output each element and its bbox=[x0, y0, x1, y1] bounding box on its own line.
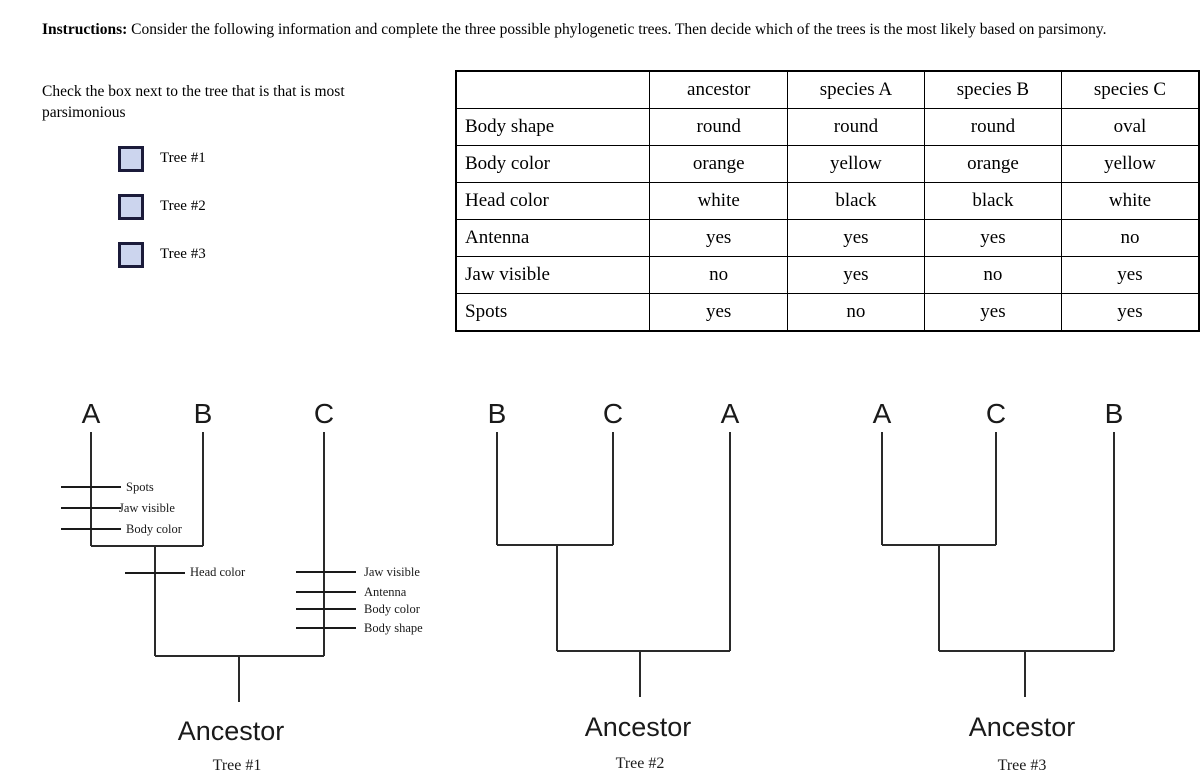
tree-1-taxon-b: B bbox=[193, 398, 213, 429]
checkbox-row-tree-3[interactable]: Tree #3 bbox=[118, 241, 442, 268]
checkbox-label-tree-3: Tree #3 bbox=[160, 246, 206, 263]
cell-antenna-species-a: yes bbox=[786, 219, 925, 257]
cell-spots-species-c: yes bbox=[1060, 293, 1200, 332]
cell-jaw-visible-species-c: yes bbox=[1060, 256, 1200, 294]
tree-1-taxon-a: A bbox=[81, 398, 101, 429]
checkbox-tree-2[interactable] bbox=[118, 193, 144, 220]
instructions-paragraph: Instructions: Consider the following inf… bbox=[42, 20, 1152, 41]
table-col-species-a: species A bbox=[786, 70, 925, 109]
tree-2-taxon-b: B bbox=[487, 398, 507, 429]
tree-1-trait-c-body-shape: Body shape bbox=[364, 621, 423, 635]
checkbox-tree-1[interactable] bbox=[118, 145, 144, 172]
table-row: Body shape round round round oval bbox=[455, 108, 1200, 146]
tree-3-taxon-b: B bbox=[1104, 398, 1124, 429]
cell-antenna-species-b: yes bbox=[923, 219, 1062, 257]
tree-1-trait-a-body-color: Body color bbox=[126, 522, 182, 536]
tree-2-ancestor-label: Ancestor bbox=[584, 712, 692, 742]
cell-head-color-ancestor: white bbox=[649, 182, 788, 220]
trait-name-body-shape: Body shape bbox=[455, 108, 651, 146]
table-corner-cell bbox=[455, 70, 651, 109]
tree-1-trait-a-jaw-visible: Jaw visible bbox=[119, 501, 175, 515]
instructions-lead: Instructions: bbox=[42, 21, 128, 38]
cell-spots-species-a: no bbox=[786, 293, 925, 332]
trait-name-jaw-visible: Jaw visible bbox=[455, 256, 651, 294]
tree-1-trait-c-antenna: Antenna bbox=[364, 585, 407, 599]
tree-1-caption: Tree #1 bbox=[212, 757, 262, 774]
tree-3-taxon-a: A bbox=[872, 398, 892, 429]
tree-1-taxon-c: C bbox=[313, 398, 335, 429]
instructions-body: Consider the following information and c… bbox=[127, 21, 1107, 38]
cell-antenna-ancestor: yes bbox=[649, 219, 788, 257]
table-row: Body color orange yellow orange yellow bbox=[455, 145, 1200, 183]
cell-head-color-species-b: black bbox=[923, 182, 1062, 220]
tree-2-taxon-c: C bbox=[602, 398, 624, 429]
cell-antenna-species-c: no bbox=[1060, 219, 1200, 257]
checkbox-label-tree-2: Tree #2 bbox=[160, 198, 206, 215]
tree-1-trait-c-body-color: Body color bbox=[364, 602, 420, 616]
checkbox-row-tree-1[interactable]: Tree #1 bbox=[118, 145, 442, 172]
trait-name-head-color: Head color bbox=[455, 182, 651, 220]
cell-jaw-visible-ancestor: no bbox=[649, 256, 788, 294]
tree-1-ancestor-label: Ancestor bbox=[177, 716, 285, 746]
tree-3-lines bbox=[881, 432, 1115, 697]
table-row: Antenna yes yes yes no bbox=[455, 219, 1200, 257]
cell-spots-ancestor: yes bbox=[649, 293, 788, 332]
check-prompt-text: Check the box next to the tree that is t… bbox=[42, 83, 345, 121]
trait-name-body-color: Body color bbox=[455, 145, 651, 183]
checkbox-row-tree-2[interactable]: Tree #2 bbox=[118, 193, 442, 220]
tree-3-ancestor-label: Ancestor bbox=[968, 712, 1076, 742]
cell-body-shape-species-a: round bbox=[786, 108, 925, 146]
cell-body-shape-ancestor: round bbox=[649, 108, 788, 146]
tree-3-caption: Tree #3 bbox=[997, 757, 1047, 774]
cell-spots-species-b: yes bbox=[923, 293, 1062, 332]
species-traits-table: ancestor species A species B species C B… bbox=[455, 70, 1200, 332]
trait-name-spots: Spots bbox=[455, 293, 651, 332]
cell-body-color-species-a: yellow bbox=[786, 145, 925, 183]
tree-3-taxon-c: C bbox=[985, 398, 1007, 429]
tree-1-trait-c-jaw-visible: Jaw visible bbox=[364, 565, 420, 579]
tree-1-trait-a-spots: Spots bbox=[126, 480, 154, 494]
table-row: Spots yes no yes yes bbox=[455, 293, 1200, 332]
cell-head-color-species-c: white bbox=[1060, 182, 1200, 220]
table-col-species-c: species C bbox=[1060, 70, 1200, 109]
table-header-row: ancestor species A species B species C bbox=[455, 70, 1200, 109]
table-row: Jaw visible no yes no yes bbox=[455, 256, 1200, 294]
checkbox-tree-3[interactable] bbox=[118, 241, 144, 268]
cell-jaw-visible-species-a: yes bbox=[786, 256, 925, 294]
tree-2-taxon-a: A bbox=[720, 398, 740, 429]
cell-body-shape-species-b: round bbox=[923, 108, 1062, 146]
tree-2-caption: Tree #2 bbox=[615, 755, 665, 772]
tree-1-trait-ab-head-color: Head color bbox=[190, 565, 246, 579]
cell-body-shape-species-c: oval bbox=[1060, 108, 1200, 146]
table-col-ancestor: ancestor bbox=[649, 70, 788, 109]
tree-2-lines bbox=[496, 432, 731, 697]
parsimony-check-panel: Check the box next to the tree that is t… bbox=[42, 82, 442, 268]
table-col-species-b: species B bbox=[923, 70, 1062, 109]
cell-body-color-species-b: orange bbox=[923, 145, 1062, 183]
cell-jaw-visible-species-b: no bbox=[923, 256, 1062, 294]
trait-name-antenna: Antenna bbox=[455, 219, 651, 257]
checkbox-label-tree-1: Tree #1 bbox=[160, 150, 206, 167]
cell-body-color-species-c: yellow bbox=[1060, 145, 1200, 183]
table-row: Head color white black black white bbox=[455, 182, 1200, 220]
cell-head-color-species-a: black bbox=[786, 182, 925, 220]
cell-body-color-ancestor: orange bbox=[649, 145, 788, 183]
